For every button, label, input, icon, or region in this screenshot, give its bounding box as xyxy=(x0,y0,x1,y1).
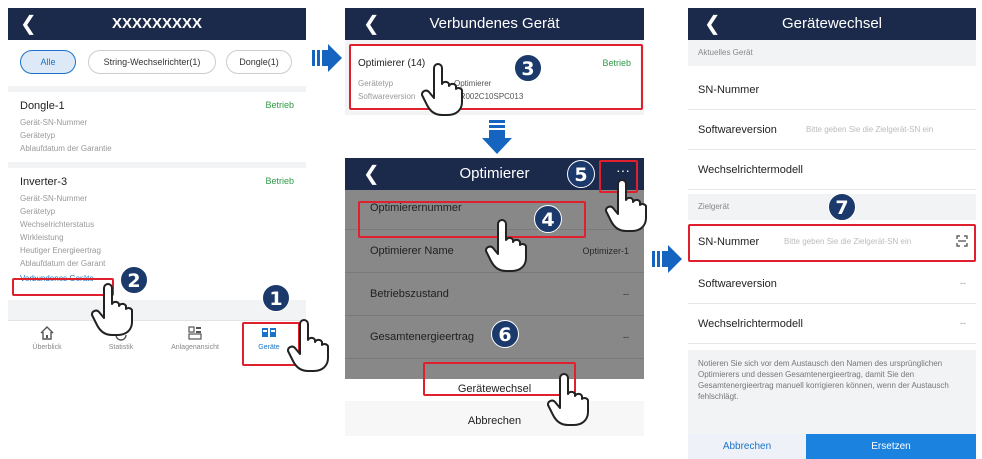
row-value: Optimizer-1 xyxy=(582,246,629,256)
status-badge: Betrieb xyxy=(265,176,294,186)
page-title: Gerätewechsel xyxy=(781,15,883,32)
target-model-row: Wechselrichtermodell -- xyxy=(688,304,976,344)
current-software-row: Softwareversion Bitte geben Sie die Ziel… xyxy=(688,110,976,150)
tab-label: Anlagenansicht xyxy=(171,344,219,351)
action-sheet-cancel: Abbrechen xyxy=(345,401,644,436)
tap-hand-icon xyxy=(287,319,329,372)
device-list-screen: ❮ XXXXXXXXX Alle String-Wechselrichter(1… xyxy=(8,8,306,368)
step-badge-3: 3 xyxy=(514,54,542,82)
replace-button[interactable]: Ersetzen xyxy=(806,434,976,459)
tap-hand-icon xyxy=(605,179,647,232)
field-label: Gerät-SN-Nummer xyxy=(20,118,88,127)
field-label: Gerät-SN-Nummer xyxy=(20,194,88,203)
section-current-device: Aktuelles Gerät xyxy=(688,40,976,66)
row-label: Wechselrichtermodell xyxy=(698,318,803,330)
field-label: Ablaufdatum der Garantie xyxy=(20,144,112,153)
row-label: Softwareversion xyxy=(698,124,777,136)
step-badge-4: 4 xyxy=(534,205,562,233)
arrow-down-icon xyxy=(482,120,512,154)
row-label: SN-Nummer xyxy=(698,84,760,96)
replacement-note: Notieren Sie sich vor dem Austausch den … xyxy=(688,350,976,434)
row-label: Wechselrichtermodell xyxy=(698,164,803,176)
step-badge-5: 5 xyxy=(567,160,595,188)
row-value: -- xyxy=(960,278,966,288)
home-icon xyxy=(40,326,54,340)
tap-hand-icon xyxy=(547,373,589,426)
step-badge-6: 6 xyxy=(491,320,519,348)
tap-hand-icon xyxy=(421,63,463,116)
arrow-right-icon xyxy=(312,44,342,72)
tab-label: Statistik xyxy=(108,344,134,351)
device-name: Inverter-3 xyxy=(20,176,68,188)
row-value: -- xyxy=(623,332,629,342)
field-label: Ablaufdatum der Garant xyxy=(20,259,106,268)
row-value: -- xyxy=(623,289,629,299)
highlight-optimizer-card xyxy=(349,44,643,110)
detail-row: Betriebszustand -- xyxy=(345,276,644,316)
device-name: Dongle-1 xyxy=(20,100,65,112)
field-label: Gerätetyp xyxy=(20,131,56,140)
tap-hand-icon xyxy=(91,283,133,336)
row-label: Betriebszustand xyxy=(370,288,449,300)
header-bar: ❮ XXXXXXXXX xyxy=(8,8,306,40)
cancel-button[interactable]: Abbrechen xyxy=(688,434,806,459)
filter-dongle[interactable]: Dongle(1) xyxy=(226,50,292,74)
row-label: Optimierer Name xyxy=(370,245,454,257)
arrow-right-icon xyxy=(652,245,682,273)
plant-view-icon xyxy=(188,326,202,340)
filter-string-inverter[interactable]: String-Wechselrichter(1) xyxy=(88,50,216,74)
tab-plant-view[interactable]: Anlagenansicht xyxy=(160,325,230,351)
field-label: Wirkleistung xyxy=(20,233,64,242)
header-bar: ❮ Verbundenes Gerät xyxy=(345,8,644,40)
highlight-target-sn xyxy=(688,224,976,262)
row-placeholder: Bitte geben Sie die Zielgerät-SN ein xyxy=(806,125,934,134)
field-label: Gerätetyp xyxy=(20,207,56,216)
target-software-row: Softwareversion -- xyxy=(688,264,976,304)
row-label: Gesamtenergieertrag xyxy=(370,331,474,343)
device-card-dongle[interactable]: Dongle-1 Betrieb Gerät-SN-Nummer Gerätet… xyxy=(8,92,306,162)
field-label: Wechselrichterstatus xyxy=(20,220,95,229)
tab-label: Überblick xyxy=(32,344,62,351)
step-badge-1: 1 xyxy=(262,284,290,312)
status-badge: Betrieb xyxy=(265,100,294,110)
row-value: -- xyxy=(960,318,966,328)
filter-bar: Alle String-Wechselrichter(1) Dongle(1) xyxy=(8,40,306,86)
field-label: Heutiger Energieertrag xyxy=(20,246,101,255)
current-model-row: Wechselrichtermodell xyxy=(688,150,976,190)
header-bar: ❮ Gerätewechsel xyxy=(688,8,976,40)
step-badge-7: 7 xyxy=(828,193,856,221)
row-label: Softwareversion xyxy=(698,278,777,290)
page-title: Verbundenes Gerät xyxy=(429,15,560,32)
tap-hand-icon xyxy=(485,219,527,272)
tab-overview[interactable]: Überblick xyxy=(12,325,82,351)
current-sn-row: SN-Nummer xyxy=(688,70,976,110)
page-title: XXXXXXXXX xyxy=(111,15,203,32)
cancel-button[interactable]: Abbrechen xyxy=(345,415,644,427)
filter-all[interactable]: Alle xyxy=(20,50,76,74)
